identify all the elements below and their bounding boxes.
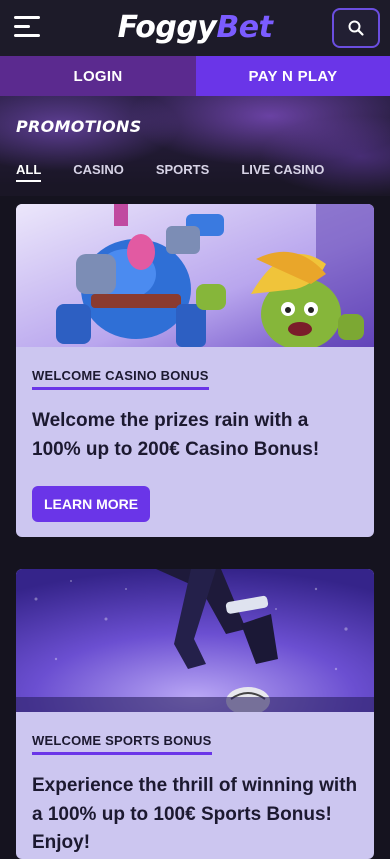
casino-promo-image [16, 204, 374, 347]
promo-title: Welcome the prizes rain with a 100% up t… [32, 410, 320, 460]
promotion-tabs: ALL CASINO SPORTS LIVE CASINO [16, 162, 356, 182]
top-bar: FoggyBet [0, 0, 390, 56]
search-icon [348, 20, 364, 36]
tab-live-casino[interactable]: LIVE CASINO [241, 162, 324, 182]
pay-n-play-button[interactable]: PAY N PLAY [196, 56, 390, 96]
promo-card-sports: WELCOME SPORTS BONUS Experience the thri… [16, 569, 374, 859]
promo-title: Experience the thrill of winning with a … [32, 775, 358, 853]
login-button[interactable]: LOGIN [0, 56, 196, 96]
promo-kicker: WELCOME CASINO BONUS [32, 368, 209, 390]
promo-kicker: WELCOME SPORTS BONUS [32, 733, 212, 755]
search-button[interactable] [332, 8, 380, 48]
page-title: PROMOTIONS [16, 117, 142, 136]
promo-card-casino: WELCOME CASINO BONUS Welcome the prizes … [16, 204, 374, 537]
sports-promo-image [16, 569, 374, 712]
learn-more-button[interactable]: LEARN MORE [32, 486, 151, 522]
tab-casino[interactable]: CASINO [73, 162, 124, 182]
tab-all[interactable]: ALL [16, 162, 42, 182]
tab-sports[interactable]: SPORTS [156, 162, 209, 182]
auth-bar: LOGIN PAY N PLAY [0, 56, 390, 96]
